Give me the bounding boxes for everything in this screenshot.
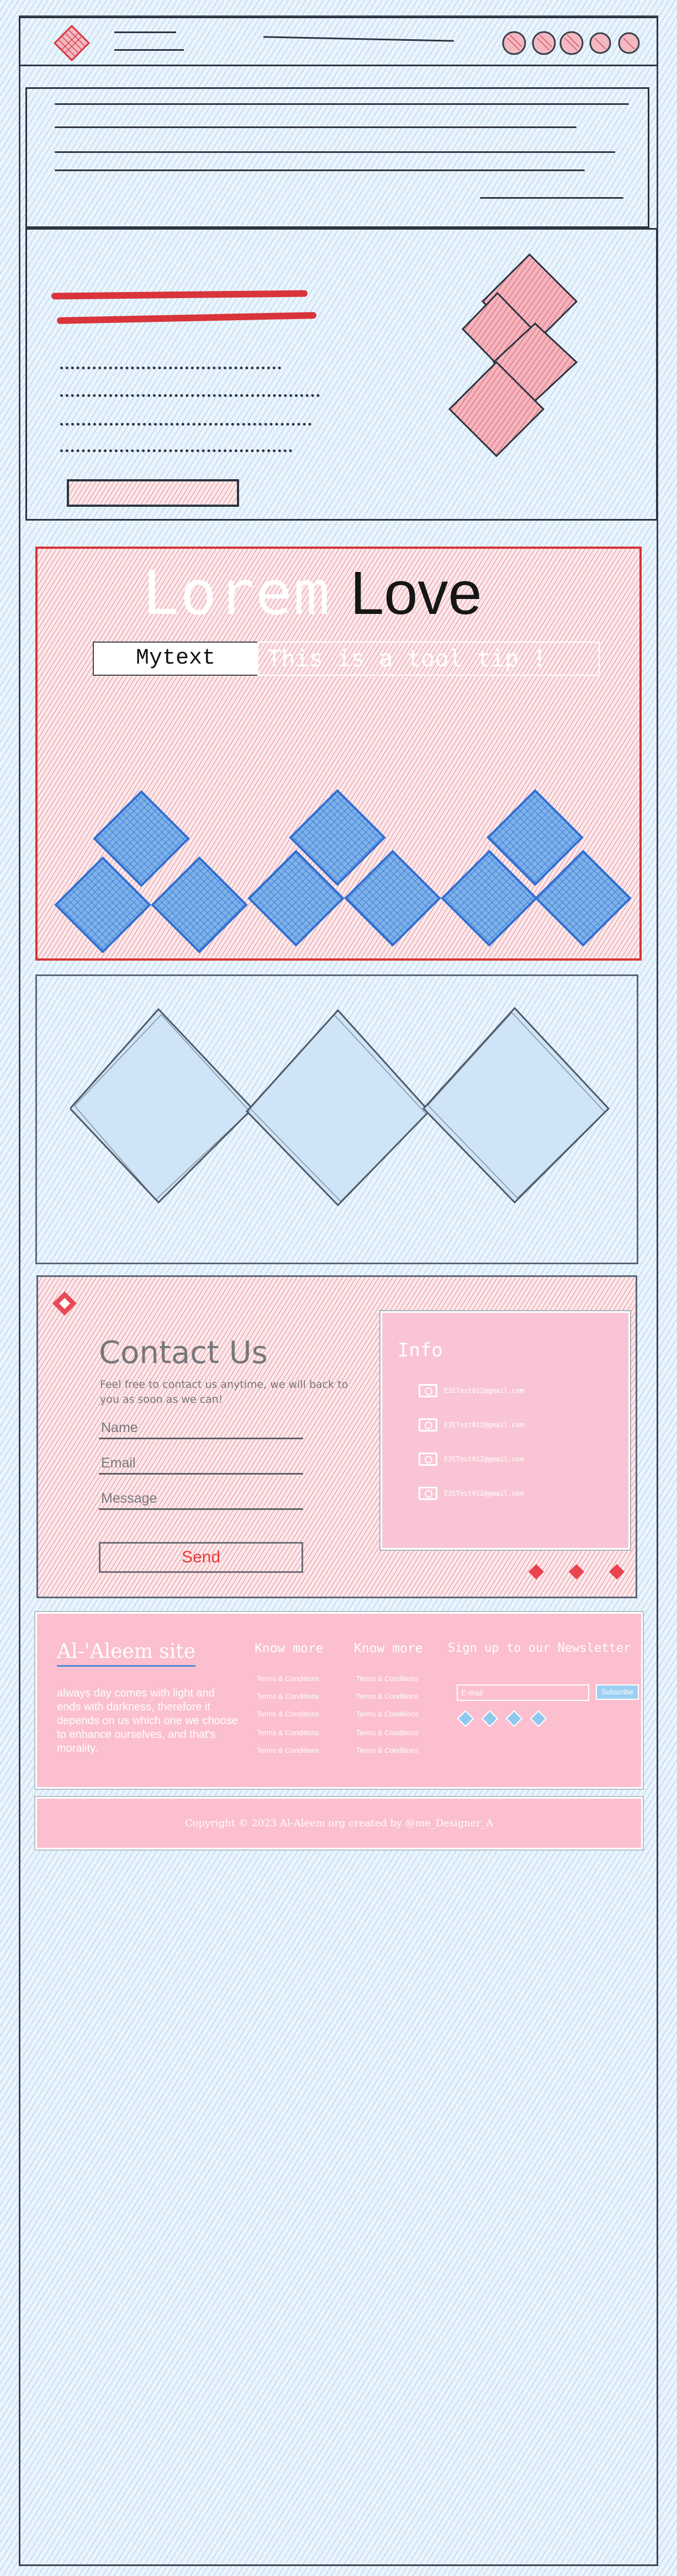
contact-subtitle: Feel free to contact us anytime, we will… — [100, 1379, 348, 1406]
hero-text-line — [60, 423, 311, 426]
mytext-box: Mytext — [93, 642, 258, 676]
nav-link-2[interactable] — [114, 49, 184, 51]
copyright-bar: Copyright © 2023 Al-Aleem org created by… — [34, 1796, 644, 1851]
social-icon-5 — [618, 32, 640, 54]
hero-text-line — [60, 394, 320, 397]
send-button[interactable]: Send — [99, 1542, 303, 1573]
text-lines-block — [25, 87, 649, 228]
hero-diamond-cluster — [448, 253, 578, 458]
social-diamond-icon — [609, 1564, 625, 1579]
hero-sketch — [25, 228, 658, 521]
nav-link-3[interactable] — [263, 36, 454, 42]
social-diamond-icon — [530, 1710, 547, 1727]
footer-link[interactable]: Terms & Conditions — [356, 1729, 419, 1737]
social-icon-4 — [589, 32, 611, 54]
hero-text-line — [60, 367, 281, 369]
contact-title: Contact Us — [99, 1335, 268, 1371]
info-item-text: E2ETest012@gmail.com — [444, 1421, 524, 1429]
hero-text-line — [60, 449, 292, 452]
footer-link[interactable]: Terms & Conditions — [257, 1674, 319, 1683]
info-item[interactable]: E2ETest012@gmail.com — [419, 1485, 524, 1502]
footer-link[interactable]: Terms & Conditions — [356, 1674, 419, 1683]
footer-link[interactable]: Terms & Conditions — [257, 1729, 319, 1737]
footer-link[interactable]: Terms & Conditions — [257, 1692, 319, 1700]
lorem-title-word-1: Lorem — [142, 558, 331, 628]
gallery-diamond-3 — [422, 1006, 610, 1204]
footer-link[interactable]: Terms & Conditions — [257, 1746, 319, 1755]
social-icon-1 — [502, 31, 526, 55]
info-card: Info E2ETest012@gmail.com E2ETest012@gma… — [379, 1310, 631, 1551]
lorem-section: Lorem Love Mytext This is a tool tip ! — [35, 547, 642, 961]
newsletter-email-input[interactable] — [457, 1684, 589, 1701]
mail-icon — [419, 1487, 437, 1500]
subscribe-button[interactable]: Subscribe — [596, 1684, 639, 1700]
lorem-title: Lorem Love — [142, 563, 482, 624]
info-item-text: E2ETest012@gmail.com — [444, 1455, 524, 1463]
footer: Al-'Aleem site always day comes with lig… — [34, 1611, 644, 1790]
site-name: Al-'Aleem site — [57, 1640, 196, 1667]
copyright-text: Copyright © 2023 Al-Aleem org created by… — [184, 1817, 494, 1829]
mail-icon — [419, 1418, 437, 1432]
nav-icons — [502, 31, 640, 55]
message-input[interactable] — [99, 1489, 303, 1510]
mail-icon — [419, 1453, 437, 1466]
contact-diamond-icon — [52, 1291, 77, 1316]
footer-link[interactable]: Terms & Conditions — [356, 1746, 419, 1755]
gallery-diamonds — [70, 1006, 610, 1207]
text-line — [480, 197, 623, 199]
social-icon-2 — [532, 31, 556, 55]
text-line — [55, 103, 629, 105]
lorem-title-word-2: Love — [350, 559, 482, 627]
social-diamond-icon — [481, 1710, 499, 1727]
diamond-gallery — [35, 974, 638, 1264]
contact-section: Contact Us Feel free to contact us anyti… — [36, 1275, 637, 1598]
info-title: Info — [398, 1339, 443, 1361]
footer-social-icons — [457, 1710, 547, 1727]
hero-cta-button[interactable] — [67, 479, 239, 507]
text-line — [55, 151, 615, 153]
hero-heading-bar — [56, 312, 317, 324]
footer-link[interactable]: Terms & Conditions — [257, 1710, 319, 1718]
nav-link-1[interactable] — [114, 31, 176, 33]
text-line — [55, 169, 585, 171]
social-icon-3 — [559, 31, 584, 55]
tooltip-tagline: This is a tool tip ! — [257, 642, 600, 676]
name-input[interactable] — [99, 1418, 303, 1439]
mail-icon — [419, 1384, 437, 1397]
contact-social-icons — [528, 1564, 625, 1579]
info-item-text: E2ETest012@gmail.com — [444, 1490, 524, 1497]
info-item[interactable]: E2ETest012@gmail.com — [419, 1417, 524, 1433]
info-item[interactable]: E2ETest012@gmail.com — [419, 1382, 524, 1399]
logo-diamond-icon[interactable] — [51, 23, 92, 63]
info-item[interactable]: E2ETest012@gmail.com — [419, 1451, 524, 1467]
social-diamond-icon — [457, 1710, 474, 1727]
text-line — [55, 126, 576, 128]
gallery-diamond-1 — [70, 1008, 254, 1204]
newsletter-heading: Sign up to our Newsletter — [448, 1641, 631, 1655]
footer-column-heading: Know more — [255, 1641, 324, 1656]
footer-link[interactable]: Terms & Conditions — [356, 1692, 419, 1700]
contact-corner-accent — [513, 1277, 637, 1312]
email-input[interactable] — [99, 1454, 303, 1475]
navbar — [19, 17, 658, 66]
social-diamond-icon — [528, 1564, 544, 1579]
footer-link[interactable]: Terms & Conditions — [356, 1710, 419, 1718]
info-item-text: E2ETest012@gmail.com — [444, 1387, 524, 1395]
gallery-diamond-2 — [245, 1009, 431, 1207]
social-diamond-icon — [505, 1710, 523, 1727]
hero-heading-bar — [51, 290, 308, 300]
site-description: always day comes with light and ends wit… — [57, 1687, 239, 1755]
footer-column-heading: Know more — [354, 1641, 423, 1656]
blue-diamond-pattern — [54, 789, 632, 953]
social-diamond-icon — [569, 1564, 584, 1579]
